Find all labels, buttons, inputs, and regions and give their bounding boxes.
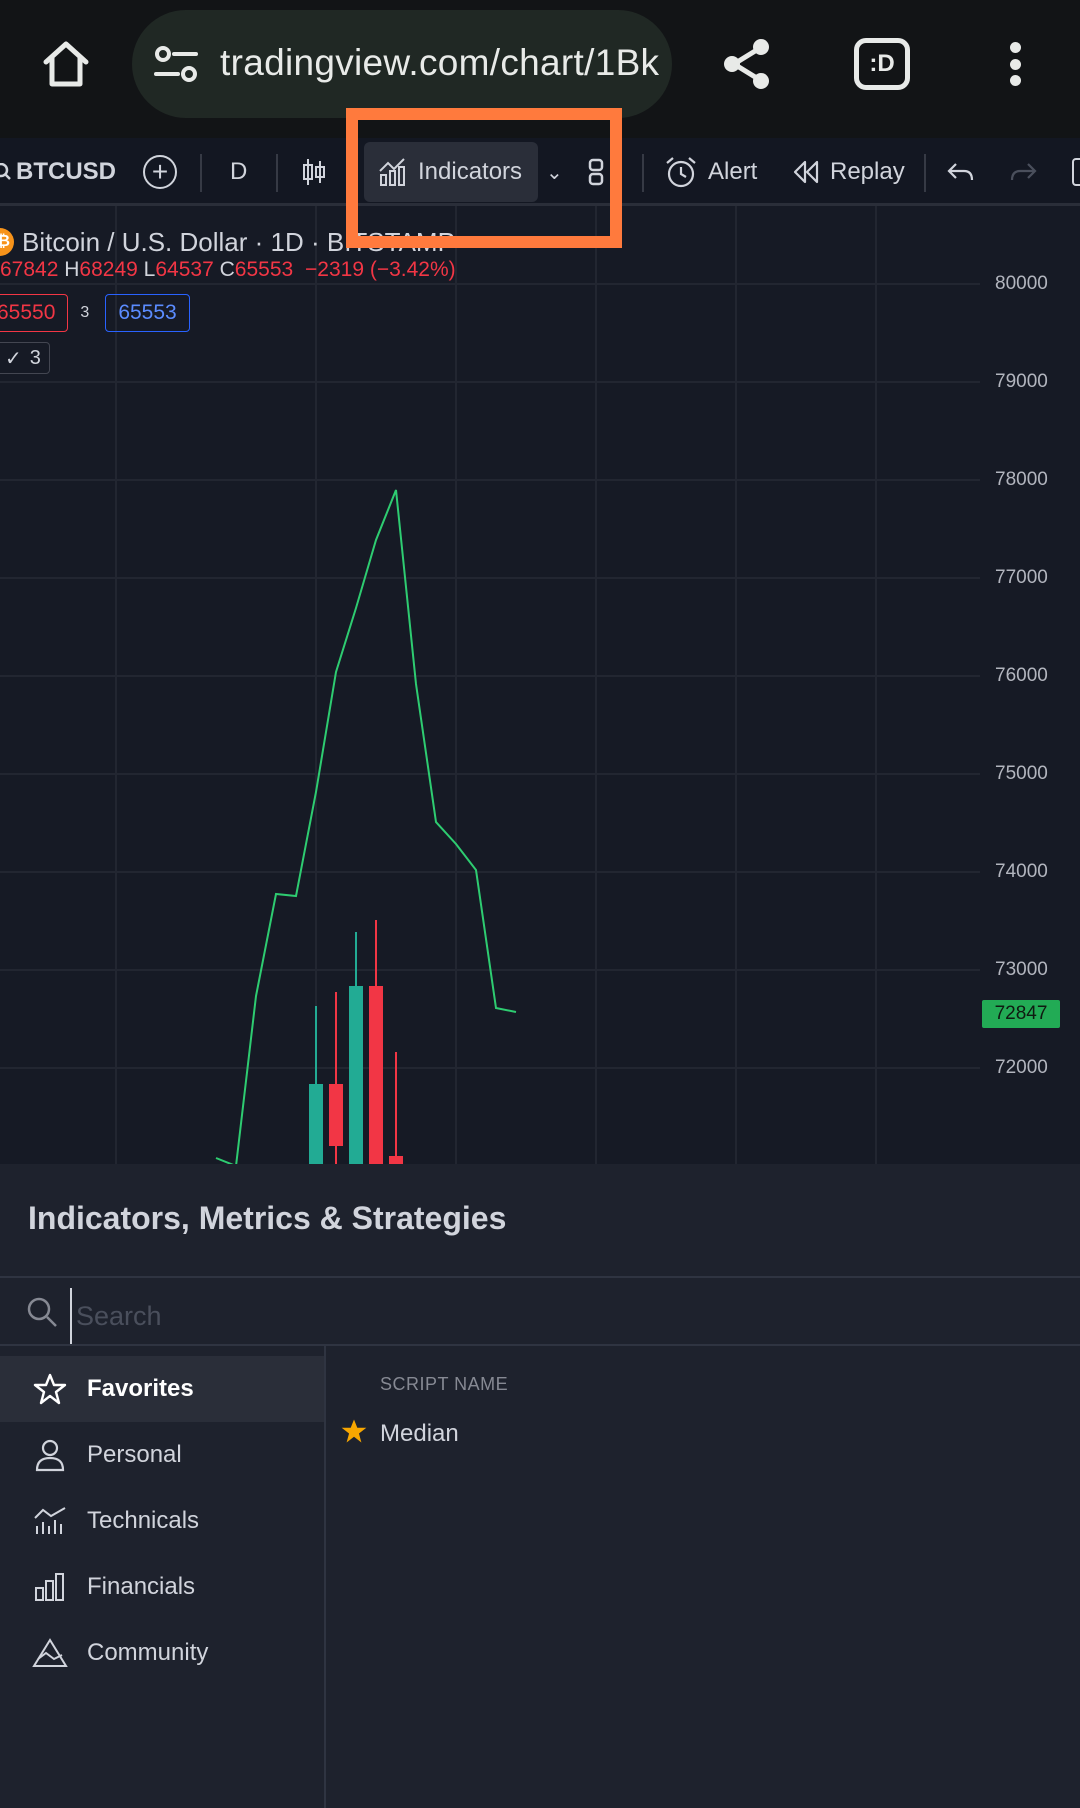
chart-pane[interactable]: ₿ Bitcoin / U.S. Dollar · 1D · BITSTAMP … <box>0 206 1080 1164</box>
site-settings-icon[interactable] <box>154 44 198 84</box>
sidebar-item-label: Personal <box>87 1441 182 1468</box>
candle-body <box>389 1156 403 1164</box>
price-tick-label: 76000 <box>995 665 1048 686</box>
ohlc-low: 64537 <box>155 258 214 281</box>
median-indicator-line <box>215 489 517 1164</box>
sidebar-item-technicals[interactable]: Technicals <box>0 1488 324 1554</box>
column-header-script-name: SCRIPT NAME <box>380 1374 509 1394</box>
chevron-icon: ✓ <box>5 347 22 370</box>
script-name: Median <box>380 1420 459 1447</box>
interval-button[interactable]: D <box>230 138 247 206</box>
share-icon[interactable] <box>712 30 780 98</box>
last-price-label: 72847 <box>982 1000 1060 1028</box>
alarm-clock-icon <box>666 157 696 188</box>
toolbar-divider <box>276 154 278 192</box>
indicators-collapse-button[interactable]: ✓ 3 <box>0 342 50 374</box>
annotation-highlight-box <box>346 108 622 248</box>
sell-button[interactable]: 65550 <box>0 294 69 332</box>
ohlc-close: 65553 <box>234 258 294 281</box>
category-sidebar: Favorites Personal Technicals Financials… <box>0 1346 326 1808</box>
ohlc-change: −2319 (−3.42%) <box>305 258 456 281</box>
toolbar-divider <box>924 154 926 192</box>
toolbar-divider <box>200 154 202 192</box>
rewind-icon <box>793 160 819 184</box>
star-icon <box>30 1369 70 1409</box>
price-tick-label: 75000 <box>995 763 1048 784</box>
search-icon <box>0 163 11 180</box>
sidebar-item-financials[interactable]: Financials <box>0 1554 324 1620</box>
spread-value: 3 <box>80 304 90 321</box>
person-icon <box>30 1435 70 1475</box>
price-tick-label: 79000 <box>995 371 1048 392</box>
symbol-search-button[interactable]: BTCUSD <box>0 138 116 206</box>
script-row[interactable]: Median <box>340 1412 459 1456</box>
url-text[interactable]: tradingview.com/chart/1Bk <box>220 42 660 84</box>
symbol-label: BTCUSD <box>16 158 116 185</box>
price-tick-label: 72000 <box>995 1057 1048 1078</box>
price-tick-label: 78000 <box>995 469 1048 490</box>
search-icon <box>27 1297 57 1327</box>
ohlc-high-label: H <box>64 258 80 281</box>
cut-off-toolbar-button[interactable] <box>1072 158 1080 186</box>
sidebar-item-label: Community <box>87 1639 209 1666</box>
chart-type-candles-icon[interactable] <box>302 138 326 206</box>
community-icon <box>30 1633 70 1673</box>
candle-body <box>349 986 363 1164</box>
technicals-icon <box>30 1501 70 1541</box>
more-menu-icon[interactable] <box>1000 30 1030 98</box>
toolbar-divider <box>642 154 644 192</box>
candle-body <box>329 1084 343 1146</box>
home-icon[interactable] <box>30 28 102 100</box>
price-chart <box>0 206 980 1164</box>
buy-button[interactable]: 65553 <box>105 294 190 332</box>
sidebar-item-personal[interactable]: Personal <box>0 1422 324 1488</box>
sidebar-item-label: Technicals <box>87 1507 200 1534</box>
divider <box>0 1276 1080 1278</box>
indicators-count: 3 <box>29 346 41 369</box>
replay-button[interactable]: Replay <box>792 138 905 206</box>
sidebar-item-favorites[interactable]: Favorites <box>0 1356 324 1422</box>
sidebar-item-label: Favorites <box>87 1375 194 1402</box>
buy-sell-panel: 65550 3 65553 <box>0 294 190 332</box>
redo-icon <box>1008 138 1038 206</box>
search-input[interactable] <box>70 1288 1050 1344</box>
ohlc-open: 67842 <box>0 258 59 281</box>
price-tick-label: 80000 <box>995 273 1048 294</box>
alert-button[interactable]: Alert <box>664 138 757 206</box>
price-tick-label: 73000 <box>995 959 1048 980</box>
replay-label: Replay <box>830 158 905 185</box>
candle-body <box>309 1084 323 1164</box>
candle-body <box>369 986 383 1164</box>
ohlc-close-label: C <box>219 258 235 281</box>
bitcoin-logo-icon: ₿ <box>0 228 14 256</box>
alert-label: Alert <box>708 158 758 185</box>
sidebar-item-community[interactable]: Community <box>0 1620 324 1686</box>
sidebar-item-label: Financials <box>87 1573 196 1600</box>
address-bar[interactable]: tradingview.com/chart/1Bk <box>132 10 672 118</box>
compare-symbol-button[interactable]: + <box>143 155 177 189</box>
ohlc-values: 67842 H68249 L64537 C65553 −2319 (−3.42%… <box>0 258 456 282</box>
ohlc-high: 68249 <box>79 258 138 281</box>
bar-chart-icon <box>30 1567 70 1607</box>
dialog-title: Indicators, Metrics & Strategies <box>28 1200 507 1236</box>
price-tick-label: 74000 <box>995 861 1048 882</box>
ohlc-low-label: L <box>143 258 156 281</box>
price-tick-label: 77000 <box>995 567 1048 588</box>
extension-button[interactable]: :D <box>854 38 910 90</box>
favorite-star-icon[interactable] <box>340 1417 368 1452</box>
undo-icon[interactable] <box>946 138 976 206</box>
indicators-dialog: Indicators, Metrics & Strategies Favorit… <box>0 1164 1080 1808</box>
